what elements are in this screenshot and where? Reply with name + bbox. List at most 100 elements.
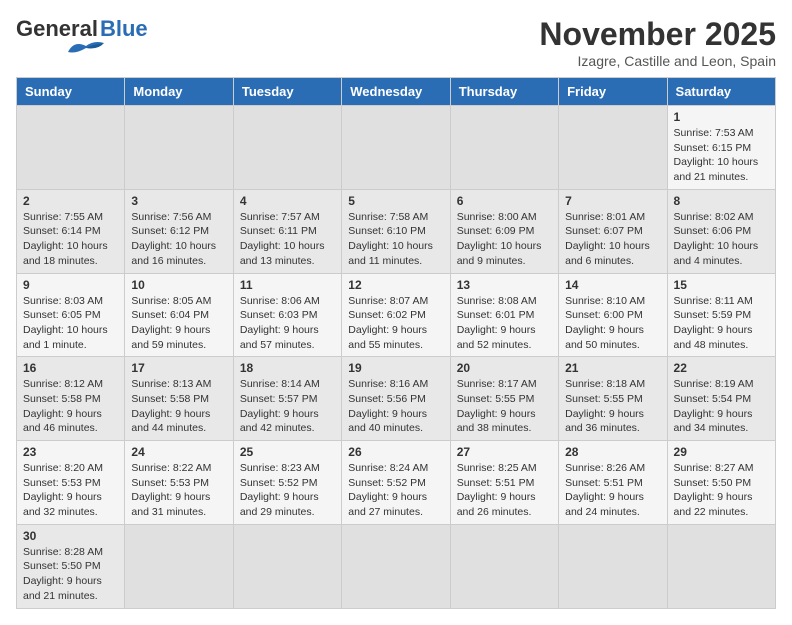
header-day-tuesday: Tuesday xyxy=(233,78,341,106)
day-info: Sunrise: 7:53 AM Sunset: 6:15 PM Dayligh… xyxy=(674,126,769,185)
day-info: Sunrise: 7:56 AM Sunset: 6:12 PM Dayligh… xyxy=(131,210,226,269)
day-number: 22 xyxy=(674,361,769,375)
calendar-cell: 9 Sunrise: 8:03 AM Sunset: 6:05 PM Daylig… xyxy=(17,273,125,357)
calendar-cell: 30 Sunrise: 8:28 AM Sunset: 5:50 PM Dayli… xyxy=(17,524,125,608)
day-number: 15 xyxy=(674,278,769,292)
day-info: Sunrise: 8:02 AM Sunset: 6:06 PM Dayligh… xyxy=(674,210,769,269)
day-number: 2 xyxy=(23,194,118,208)
day-number: 27 xyxy=(457,445,552,459)
calendar-cell: 5Sunrise: 7:58 AM Sunset: 6:10 PM Daylig… xyxy=(342,189,450,273)
day-info: Sunrise: 8:20 AM Sunset: 5:53 PM Dayligh… xyxy=(23,461,118,520)
calendar-cell: 25Sunrise: 8:23 AM Sunset: 5:52 PM Dayli… xyxy=(233,441,341,525)
calendar-cell: 22 Sunrise: 8:19 AM Sunset: 5:54 PM Dayli… xyxy=(667,357,775,441)
calendar-cell xyxy=(233,106,341,190)
day-number: 6 xyxy=(457,194,552,208)
calendar-cell: 23 Sunrise: 8:20 AM Sunset: 5:53 PM Dayli… xyxy=(17,441,125,525)
day-number: 4 xyxy=(240,194,335,208)
day-info: Sunrise: 8:12 AM Sunset: 5:58 PM Dayligh… xyxy=(23,377,118,436)
calendar-cell xyxy=(125,524,233,608)
day-info: Sunrise: 8:05 AM Sunset: 6:04 PM Dayligh… xyxy=(131,294,226,353)
calendar-cell xyxy=(17,106,125,190)
calendar-cell: 7 Sunrise: 8:01 AM Sunset: 6:07 PM Daylig… xyxy=(559,189,667,273)
day-number: 11 xyxy=(240,278,335,292)
day-info: Sunrise: 8:07 AM Sunset: 6:02 PM Dayligh… xyxy=(348,294,443,353)
day-number: 18 xyxy=(240,361,335,375)
logo-bird-icon xyxy=(66,38,106,58)
logo: General Blue xyxy=(16,16,148,63)
day-info: Sunrise: 8:16 AM Sunset: 5:56 PM Dayligh… xyxy=(348,377,443,436)
calendar-cell: 14 Sunrise: 8:10 AM Sunset: 6:00 PM Dayli… xyxy=(559,273,667,357)
calendar-cell: 3 Sunrise: 7:56 AM Sunset: 6:12 PM Daylig… xyxy=(125,189,233,273)
calendar-cell xyxy=(233,524,341,608)
day-info: Sunrise: 8:03 AM Sunset: 6:05 PM Dayligh… xyxy=(23,294,118,353)
calendar-cell: 6 Sunrise: 8:00 AM Sunset: 6:09 PM Daylig… xyxy=(450,189,558,273)
day-number: 13 xyxy=(457,278,552,292)
day-number: 3 xyxy=(131,194,226,208)
page-header: General Blue November 2025 Izagre, Casti… xyxy=(16,16,776,69)
calendar-cell: 4Sunrise: 7:57 AM Sunset: 6:11 PM Daylig… xyxy=(233,189,341,273)
day-info: Sunrise: 8:08 AM Sunset: 6:01 PM Dayligh… xyxy=(457,294,552,353)
header-day-saturday: Saturday xyxy=(667,78,775,106)
day-number: 1 xyxy=(674,110,769,124)
calendar-cell: 24Sunrise: 8:22 AM Sunset: 5:53 PM Dayli… xyxy=(125,441,233,525)
calendar-cell xyxy=(450,106,558,190)
header-day-monday: Monday xyxy=(125,78,233,106)
day-info: Sunrise: 8:24 AM Sunset: 5:52 PM Dayligh… xyxy=(348,461,443,520)
calendar-cell: 20Sunrise: 8:17 AM Sunset: 5:55 PM Dayli… xyxy=(450,357,558,441)
calendar-week-row: 16Sunrise: 8:12 AM Sunset: 5:58 PM Dayli… xyxy=(17,357,776,441)
calendar-cell: 11Sunrise: 8:06 AM Sunset: 6:03 PM Dayli… xyxy=(233,273,341,357)
day-number: 12 xyxy=(348,278,443,292)
calendar-week-row: 30 Sunrise: 8:28 AM Sunset: 5:50 PM Dayli… xyxy=(17,524,776,608)
calendar-cell: 1 Sunrise: 7:53 AM Sunset: 6:15 PM Daylig… xyxy=(667,106,775,190)
calendar-cell: 16Sunrise: 8:12 AM Sunset: 5:58 PM Dayli… xyxy=(17,357,125,441)
month-title: November 2025 xyxy=(539,16,776,53)
header-day-wednesday: Wednesday xyxy=(342,78,450,106)
day-number: 20 xyxy=(457,361,552,375)
calendar-cell: 10Sunrise: 8:05 AM Sunset: 6:04 PM Dayli… xyxy=(125,273,233,357)
calendar-cell: 17Sunrise: 8:13 AM Sunset: 5:58 PM Dayli… xyxy=(125,357,233,441)
calendar-cell xyxy=(559,524,667,608)
calendar-week-row: 2 Sunrise: 7:55 AM Sunset: 6:14 PM Daylig… xyxy=(17,189,776,273)
day-number: 25 xyxy=(240,445,335,459)
calendar-cell xyxy=(450,524,558,608)
calendar-cell: 28Sunrise: 8:26 AM Sunset: 5:51 PM Dayli… xyxy=(559,441,667,525)
day-number: 21 xyxy=(565,361,660,375)
header-day-thursday: Thursday xyxy=(450,78,558,106)
day-number: 28 xyxy=(565,445,660,459)
calendar-cell: 26 Sunrise: 8:24 AM Sunset: 5:52 PM Dayli… xyxy=(342,441,450,525)
day-info: Sunrise: 8:14 AM Sunset: 5:57 PM Dayligh… xyxy=(240,377,335,436)
day-info: Sunrise: 8:00 AM Sunset: 6:09 PM Dayligh… xyxy=(457,210,552,269)
calendar-header-row: SundayMondayTuesdayWednesdayThursdayFrid… xyxy=(17,78,776,106)
calendar-week-row: 1 Sunrise: 7:53 AM Sunset: 6:15 PM Daylig… xyxy=(17,106,776,190)
calendar-cell: 18 Sunrise: 8:14 AM Sunset: 5:57 PM Dayli… xyxy=(233,357,341,441)
calendar-cell: 2 Sunrise: 7:55 AM Sunset: 6:14 PM Daylig… xyxy=(17,189,125,273)
day-number: 9 xyxy=(23,278,118,292)
day-number: 26 xyxy=(348,445,443,459)
calendar-table: SundayMondayTuesdayWednesdayThursdayFrid… xyxy=(16,77,776,609)
day-info: Sunrise: 7:55 AM Sunset: 6:14 PM Dayligh… xyxy=(23,210,118,269)
day-info: Sunrise: 8:22 AM Sunset: 5:53 PM Dayligh… xyxy=(131,461,226,520)
calendar-cell xyxy=(667,524,775,608)
day-number: 23 xyxy=(23,445,118,459)
location-subtitle: Izagre, Castille and Leon, Spain xyxy=(539,53,776,69)
day-info: Sunrise: 8:19 AM Sunset: 5:54 PM Dayligh… xyxy=(674,377,769,436)
day-number: 30 xyxy=(23,529,118,543)
day-number: 7 xyxy=(565,194,660,208)
day-number: 8 xyxy=(674,194,769,208)
day-info: Sunrise: 8:11 AM Sunset: 5:59 PM Dayligh… xyxy=(674,294,769,353)
logo-blue-text: Blue xyxy=(100,16,148,42)
day-number: 5 xyxy=(348,194,443,208)
day-info: Sunrise: 8:28 AM Sunset: 5:50 PM Dayligh… xyxy=(23,545,118,604)
day-number: 14 xyxy=(565,278,660,292)
calendar-cell: 29Sunrise: 8:27 AM Sunset: 5:50 PM Dayli… xyxy=(667,441,775,525)
title-area: November 2025 Izagre, Castille and Leon,… xyxy=(539,16,776,69)
calendar-week-row: 23 Sunrise: 8:20 AM Sunset: 5:53 PM Dayli… xyxy=(17,441,776,525)
day-info: Sunrise: 8:01 AM Sunset: 6:07 PM Dayligh… xyxy=(565,210,660,269)
calendar-cell: 21Sunrise: 8:18 AM Sunset: 5:55 PM Dayli… xyxy=(559,357,667,441)
day-info: Sunrise: 8:25 AM Sunset: 5:51 PM Dayligh… xyxy=(457,461,552,520)
calendar-cell: 15 Sunrise: 8:11 AM Sunset: 5:59 PM Dayli… xyxy=(667,273,775,357)
day-info: Sunrise: 8:13 AM Sunset: 5:58 PM Dayligh… xyxy=(131,377,226,436)
header-day-sunday: Sunday xyxy=(17,78,125,106)
day-info: Sunrise: 8:10 AM Sunset: 6:00 PM Dayligh… xyxy=(565,294,660,353)
calendar-cell xyxy=(342,106,450,190)
